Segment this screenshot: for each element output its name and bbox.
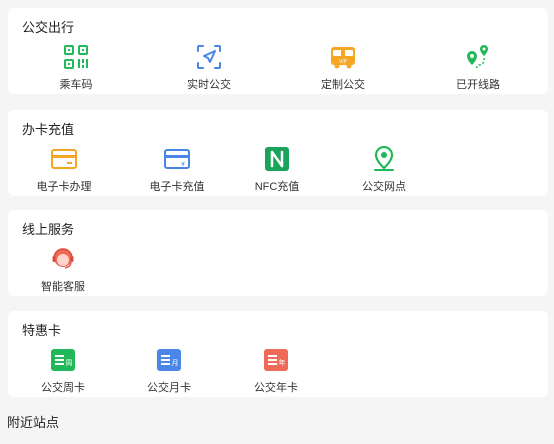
- card-badge: 月: [172, 359, 179, 367]
- year-card-icon: 年: [264, 349, 288, 371]
- nfc-icon: [265, 147, 289, 171]
- nearby-stations-heading: 附近站点: [7, 415, 60, 430]
- realtime-bus-button[interactable]: 实时公交: [159, 44, 259, 92]
- item-label: 实时公交: [187, 79, 231, 91]
- svg-text:VIP: VIP: [339, 59, 348, 65]
- location-pin-icon: [374, 146, 394, 171]
- section-card-discount-cards: 特惠卡 周 公交周卡 月 公交月卡 年 公交年卡: [8, 311, 548, 397]
- open-routes-button[interactable]: 已开线路: [428, 44, 528, 92]
- section-title: 线上服务: [22, 222, 75, 237]
- section-title: 公交出行: [22, 20, 75, 35]
- month-card-icon: 月: [157, 349, 181, 371]
- yearly-card-button[interactable]: 年 公交年卡: [226, 347, 326, 395]
- item-label: NFC充值: [254, 181, 300, 193]
- item-label: 公交月卡: [147, 382, 191, 394]
- item-label: 公交周卡: [41, 382, 85, 394]
- section-title: 办卡充值: [22, 122, 75, 137]
- item-label: 公交网点: [362, 181, 406, 193]
- week-card-icon: 周: [51, 349, 75, 371]
- item-label: 电子卡办理: [36, 181, 92, 193]
- card-badge: 周: [66, 359, 73, 367]
- weekly-card-button[interactable]: 周 公交周卡: [13, 347, 113, 395]
- section-title: 特惠卡: [22, 323, 62, 338]
- ecard-recharge-button[interactable]: ¥ 电子卡充值: [127, 146, 227, 194]
- bus-outlets-button[interactable]: 公交网点: [334, 146, 434, 194]
- card-icon: [51, 149, 77, 169]
- nfc-recharge-button[interactable]: NFC充值: [227, 146, 327, 194]
- item-label: 公交年卡: [254, 382, 298, 394]
- ride-code-button[interactable]: 乘车码: [26, 44, 126, 92]
- section-card-online-service: 线上服务 智能客服: [8, 210, 548, 296]
- section-card-recharge: 办卡充值 电子卡办理 ¥ 电子卡充值 NFC充值 公交网点: [8, 110, 548, 196]
- card-badge: 年: [279, 358, 286, 367]
- smart-service-button[interactable]: 智能客服: [13, 246, 113, 294]
- item-label: 乘车码: [59, 79, 93, 91]
- section-card-transit: 公交出行 乘车码 实时公交 VIP 定制公交 已开线路: [8, 8, 548, 94]
- custom-bus-button[interactable]: VIP 定制公交: [293, 44, 393, 92]
- navigation-arrow-icon: [197, 45, 221, 69]
- item-label: 定制公交: [321, 79, 365, 91]
- item-label: 智能客服: [41, 281, 85, 293]
- ecard-apply-button[interactable]: 电子卡办理: [14, 146, 114, 194]
- monthly-card-button[interactable]: 月 公交月卡: [119, 347, 219, 395]
- route-map-pin-icon: [467, 45, 488, 70]
- item-label: 电子卡充值: [149, 181, 205, 193]
- card-yen-icon: ¥: [164, 149, 190, 169]
- customer-service-icon: [52, 248, 74, 269]
- qr-code-icon: [64, 45, 88, 69]
- item-label: 已开线路: [456, 79, 500, 91]
- vip-bus-icon: VIP: [331, 47, 355, 69]
